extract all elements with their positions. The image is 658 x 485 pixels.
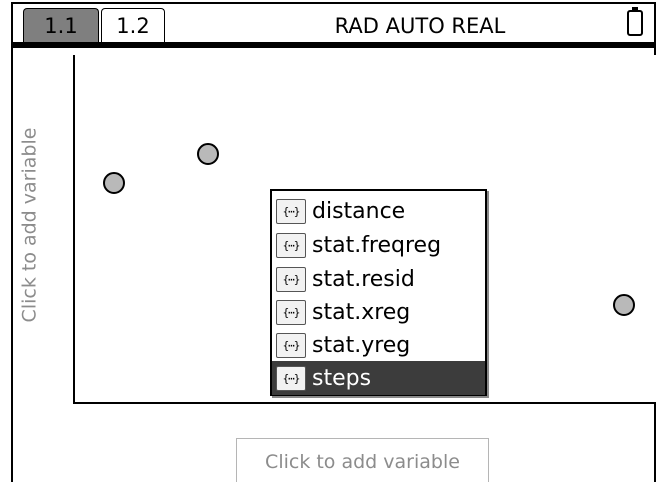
variable-menu: {⋯} distance {⋯} stat.freqreg {⋯} stat.r… bbox=[270, 189, 487, 396]
list-variable-icon: {⋯} bbox=[276, 198, 306, 224]
menu-item-stat-xreg[interactable]: {⋯} stat.xreg bbox=[272, 295, 485, 329]
y-axis-placeholder: Click to add variable bbox=[18, 127, 41, 323]
list-variable-icon: {⋯} bbox=[276, 266, 306, 292]
mode-status: RAD AUTO REAL bbox=[334, 14, 506, 38]
menu-item-distance[interactable]: {⋯} distance bbox=[272, 194, 485, 228]
menu-item-label: stat.resid bbox=[312, 266, 415, 292]
data-point[interactable] bbox=[197, 143, 219, 165]
menu-item-label: stat.xreg bbox=[312, 299, 411, 325]
data-point[interactable] bbox=[103, 172, 125, 194]
menu-item-label: stat.freqreg bbox=[312, 232, 442, 258]
list-variable-icon: {⋯} bbox=[276, 365, 306, 391]
tab-1-2[interactable]: 1.2 bbox=[101, 8, 165, 42]
menu-item-label: distance bbox=[312, 198, 406, 224]
menu-item-stat-freqreg[interactable]: {⋯} stat.freqreg bbox=[272, 228, 485, 262]
menu-item-stat-yreg[interactable]: {⋯} stat.yreg bbox=[272, 328, 485, 362]
tab-1-1[interactable]: 1.1 bbox=[23, 8, 99, 42]
menu-item-label: stat.yreg bbox=[312, 332, 411, 358]
menu-item-steps[interactable]: {⋯} steps bbox=[272, 361, 485, 395]
menu-item-label: steps bbox=[312, 365, 372, 391]
list-variable-icon: {⋯} bbox=[276, 299, 306, 325]
y-axis-variable-picker[interactable]: Click to add variable bbox=[14, 105, 44, 345]
battery-icon bbox=[627, 7, 643, 36]
x-axis-variable-picker[interactable]: Click to add variable bbox=[236, 438, 489, 482]
list-variable-icon: {⋯} bbox=[276, 332, 306, 358]
data-point[interactable] bbox=[613, 294, 635, 316]
menu-item-stat-resid[interactable]: {⋯} stat.resid bbox=[272, 262, 485, 296]
list-variable-icon: {⋯} bbox=[276, 232, 306, 258]
